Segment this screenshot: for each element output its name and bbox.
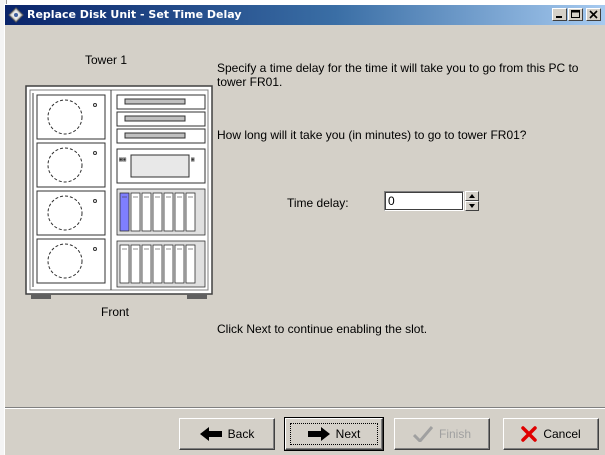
continue-text: Click Next to continue enabling the slot… — [217, 322, 428, 336]
instruction-text: Specify a time delay for the time it wil… — [217, 61, 579, 89]
front-label: Front — [101, 305, 130, 319]
left-arrow-icon — [199, 427, 222, 441]
up-arrow-icon — [469, 194, 475, 198]
cancel-button-label: Cancel — [543, 427, 581, 441]
down-arrow-icon — [469, 204, 475, 208]
spin-up-button[interactable] — [465, 191, 479, 201]
next-button[interactable]: Next — [284, 417, 384, 451]
time-delay-spinner[interactable]: 0 — [384, 191, 484, 211]
minimize-button[interactable] — [552, 8, 567, 21]
checkmark-icon — [412, 426, 433, 442]
finish-button[interactable]: Finish — [394, 418, 490, 450]
maximize-icon — [571, 10, 580, 18]
server-tower-image: ▣▣ ▣ — [25, 85, 213, 299]
window-title: Replace Disk Unit - Set Time Delay — [27, 8, 242, 21]
next-button-label: Next — [335, 427, 361, 441]
minimize-icon — [556, 16, 562, 18]
focus-ring — [290, 423, 378, 445]
time-delay-input[interactable]: 0 — [384, 191, 464, 211]
right-arrow-icon — [307, 427, 330, 441]
close-button[interactable] — [586, 8, 601, 21]
cancel-button[interactable]: Cancel — [503, 418, 599, 450]
maximize-button[interactable] — [568, 8, 583, 21]
svg-text:▣: ▣ — [191, 156, 195, 163]
replace-disk-dialog: Replace Disk Unit - Set Time Delay Tower… — [4, 4, 605, 455]
back-button-label: Back — [227, 427, 255, 441]
time-delay-label: Time delay: — [287, 196, 349, 210]
back-button[interactable]: Back — [179, 418, 275, 450]
button-separator — [5, 407, 605, 409]
red-x-icon — [521, 426, 538, 442]
question-text: How long will it take you (in minutes) t… — [217, 128, 527, 142]
finish-button-label: Finish — [438, 427, 471, 441]
title-bar[interactable]: Replace Disk Unit - Set Time Delay — [5, 5, 605, 25]
close-icon — [589, 10, 598, 19]
tower-illustration: ▣▣ ▣ — [25, 85, 215, 315]
dialog-content: Tower 1 ▣▣ ▣ Front Specify a time delay … — [5, 25, 605, 405]
tower-label: Tower 1 — [85, 53, 128, 67]
app-diamond-icon — [8, 7, 24, 23]
spinner-buttons — [465, 191, 479, 211]
svg-text:▣▣: ▣▣ — [119, 156, 127, 163]
spin-down-button[interactable] — [465, 201, 479, 211]
